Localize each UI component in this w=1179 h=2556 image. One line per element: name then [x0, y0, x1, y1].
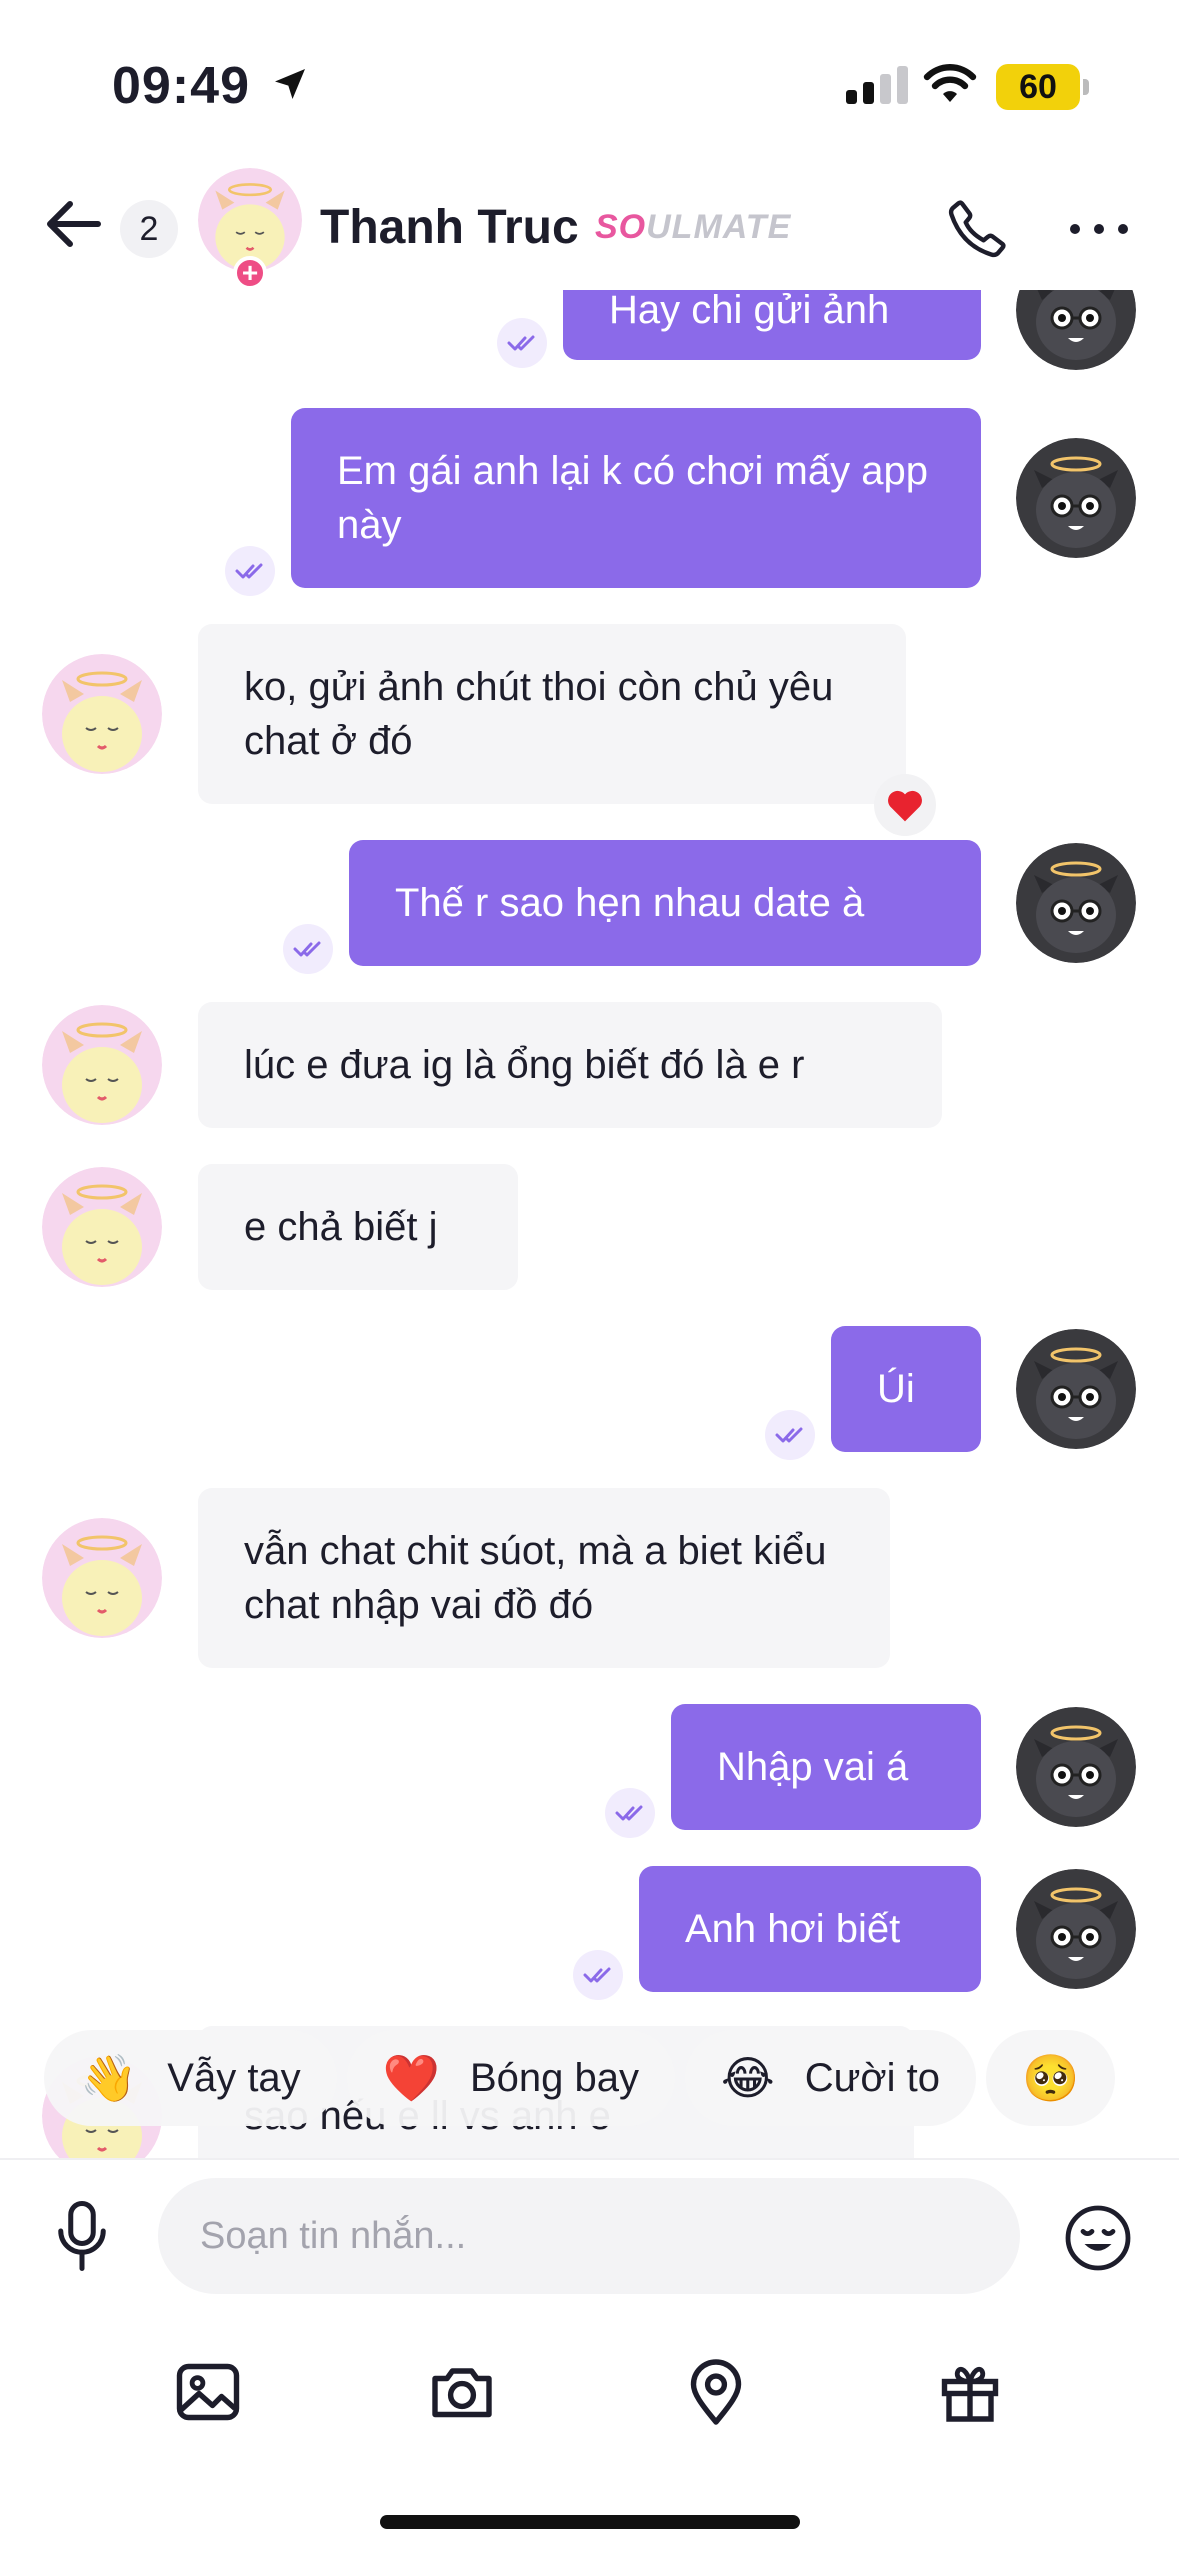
read-receipt-icon — [225, 546, 275, 596]
gift-icon[interactable] — [934, 2356, 1006, 2433]
microphone-icon[interactable] — [52, 2198, 112, 2279]
quick-reaction-wave[interactable]: 👋 Vẫy tay — [44, 2030, 337, 2126]
message-text: Anh hơi biết — [685, 1907, 901, 1951]
quick-reaction-balloon[interactable]: ❤️ Bóng bay — [346, 2030, 675, 2126]
contact-message-avatar[interactable] — [42, 654, 162, 774]
read-receipt-icon — [573, 1950, 623, 2000]
my-avatar[interactable] — [1016, 290, 1136, 370]
incoming-message-bubble[interactable]: e chả biết j — [198, 1164, 518, 1290]
message-list[interactable]: Hay chi gửi ảnh Em gái anh lại k có chơi … — [0, 290, 1179, 2158]
outgoing-message-bubble[interactable]: Anh hơi biết — [639, 1866, 981, 1992]
read-receipt-icon — [497, 318, 547, 368]
wifi-icon — [922, 62, 978, 111]
message-text: vẫn chat chit súot, mà a biet kiểu chat … — [244, 1529, 827, 1627]
heart-reaction-icon[interactable] — [874, 774, 936, 836]
home-indicator[interactable] — [380, 2515, 800, 2529]
contact-message-avatar[interactable] — [42, 1005, 162, 1125]
message-input[interactable] — [158, 2178, 1020, 2294]
laughing-face-icon: 😂 — [721, 2052, 775, 2104]
my-avatar[interactable] — [1016, 438, 1136, 558]
location-pin-icon[interactable] — [680, 2356, 752, 2433]
my-avatar[interactable] — [1016, 1329, 1136, 1449]
message-text: e chả biết j — [244, 1205, 438, 1249]
message-text: Hay chi gửi ảnh — [609, 290, 890, 332]
message-text: lúc e đưa ig là ổng biết đó là e r — [244, 1043, 805, 1087]
red-heart-icon: ❤️ — [382, 2052, 440, 2104]
read-receipt-icon — [605, 1788, 655, 1838]
read-receipt-icon — [283, 924, 333, 974]
message-text: ko, gửi ảnh chút thoi còn chủ yêu chat ở… — [244, 665, 834, 763]
outgoing-message-bubble[interactable]: Nhập vai á — [671, 1704, 981, 1830]
battery-indicator: 60 — [996, 64, 1089, 110]
quick-reaction-pleading[interactable]: 🥺 — [986, 2030, 1116, 2126]
message-text: Úi — [877, 1367, 915, 1411]
gallery-image-icon[interactable] — [172, 2356, 244, 2433]
message-text: Thế r sao hẹn nhau date à — [395, 881, 865, 925]
contact-name[interactable]: Thanh Truc — [320, 200, 579, 255]
outgoing-message-bubble[interactable]: Em gái anh lại k có chơi mấy app này — [291, 408, 981, 588]
back-arrow-icon[interactable] — [44, 196, 104, 257]
composer-divider — [0, 2158, 1179, 2160]
soulmate-badge: SOULMATE — [595, 208, 792, 246]
unread-count-badge[interactable]: 2 — [120, 200, 178, 258]
add-friend-plus-icon[interactable]: + — [233, 256, 267, 290]
pleading-face-icon: 🥺 — [1022, 2052, 1080, 2104]
incoming-message-bubble[interactable]: lúc e đưa ig là ổng biết đó là e r — [198, 1002, 942, 1128]
quick-reaction-label: Cười to — [804, 2055, 941, 2100]
quick-reaction-label: Bóng bay — [469, 2055, 639, 2100]
message-text: Em gái anh lại k có chơi mấy app này — [337, 449, 928, 547]
more-options-icon[interactable] — [1070, 224, 1128, 234]
outgoing-message-bubble[interactable]: Hay chi gửi ảnh — [563, 290, 981, 360]
my-avatar[interactable] — [1016, 843, 1136, 963]
emoji-picker-icon[interactable] — [1062, 2202, 1134, 2279]
read-receipt-icon — [765, 1410, 815, 1460]
camera-icon[interactable] — [426, 2356, 498, 2433]
quick-reaction-label: Vẫy tay — [167, 2055, 301, 2100]
message-text: Nhập vai á — [717, 1745, 909, 1789]
phone-call-icon[interactable] — [944, 196, 1010, 267]
outgoing-message-bubble[interactable]: Úi — [831, 1326, 981, 1452]
quick-reaction-bar: 👋 Vẫy tay ❤️ Bóng bay 😂 Cười to 🥺 — [44, 2030, 1179, 2126]
contact-message-avatar[interactable] — [42, 1518, 162, 1638]
outgoing-message-bubble[interactable]: Thế r sao hẹn nhau date à — [349, 840, 981, 966]
contact-message-avatar[interactable] — [42, 1167, 162, 1287]
status-time: 09:49 — [112, 57, 250, 115]
cellular-signal-icon — [846, 66, 908, 104]
location-arrow-icon — [270, 64, 310, 109]
my-avatar[interactable] — [1016, 1869, 1136, 1989]
incoming-message-bubble[interactable]: vẫn chat chit súot, mà a biet kiểu chat … — [198, 1488, 890, 1668]
my-avatar[interactable] — [1016, 1707, 1136, 1827]
waving-hand-icon: 👋 — [80, 2052, 138, 2104]
quick-reaction-laugh[interactable]: 😂 Cười to — [685, 2030, 977, 2126]
incoming-message-bubble[interactable]: ko, gửi ảnh chút thoi còn chủ yêu chat ở… — [198, 624, 906, 804]
